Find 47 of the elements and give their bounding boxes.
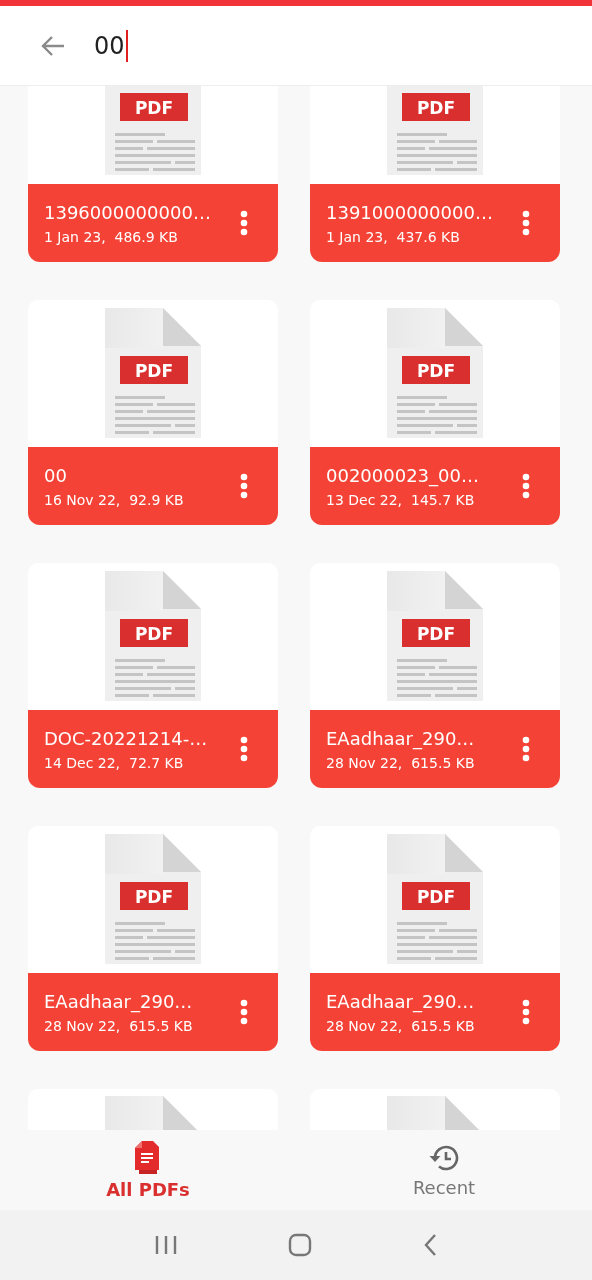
file-details: 16 Nov 22, 92.9 KB <box>44 491 185 508</box>
more-options-icon[interactable] <box>240 736 248 762</box>
file-name: EAadhaar_290… <box>44 990 194 1012</box>
file-name: 002000023_00… <box>326 464 480 486</box>
file-details: 14 Dec 22, 72.7 KB <box>44 754 185 771</box>
pdf-document-icon: PDF <box>387 571 483 701</box>
file-info-bar[interactable]: EAadhaar_290… 28 Nov 22, 615.5 KB <box>310 973 560 1051</box>
file-name: 1396000000000… <box>44 201 212 223</box>
file-info-bar[interactable]: 00 16 Nov 22, 92.9 KB <box>28 447 278 525</box>
file-details: 1 Jan 23, 437.6 KB <box>326 228 461 245</box>
back-icon[interactable] <box>422 1233 437 1257</box>
nav-tab[interactable]: All PDFs <box>0 1130 296 1210</box>
more-options-icon[interactable] <box>522 210 530 236</box>
file-details: 13 Dec 22, 145.7 KB <box>326 491 476 508</box>
pdf-document-icon: PDF <box>105 308 201 438</box>
nav-tab[interactable]: Recent <box>296 1130 592 1210</box>
file-info-bar[interactable]: 1391000000000… 1 Jan 23, 437.6 KB <box>310 184 560 262</box>
more-options-icon[interactable] <box>522 473 530 499</box>
home-icon[interactable] <box>288 1233 312 1257</box>
file-details: 28 Nov 22, 615.5 KB <box>326 1017 476 1034</box>
file-name: EAadhaar_290… <box>326 727 476 749</box>
pdf-document-icon: PDF <box>105 571 201 701</box>
more-options-icon[interactable] <box>522 736 530 762</box>
file-name: 00 <box>44 464 68 486</box>
file-details: 28 Nov 22, 615.5 KB <box>44 1017 194 1034</box>
file-info-bar[interactable]: EAadhaar_290… 28 Nov 22, 615.5 KB <box>310 710 560 788</box>
file-info-bar[interactable]: 002000023_00… 13 Dec 22, 145.7 KB <box>310 447 560 525</box>
file-name: 1391000000000… <box>326 201 494 223</box>
search-field[interactable]: 00 <box>94 25 132 66</box>
file-details: 28 Nov 22, 615.5 KB <box>326 754 476 771</box>
back-arrow-icon[interactable] <box>40 33 66 58</box>
recent-apps-icon[interactable] <box>155 1235 178 1255</box>
pdf-document-icon: PDF <box>105 86 201 175</box>
more-options-icon[interactable] <box>522 999 530 1025</box>
more-options-icon[interactable] <box>240 210 248 236</box>
file-name: DOC-20221214-… <box>44 727 209 749</box>
pdf-document-icon: PDF <box>105 834 201 964</box>
more-options-icon[interactable] <box>240 473 248 499</box>
more-options-icon[interactable] <box>240 999 248 1025</box>
file-info-bar[interactable]: 1396000000000… 1 Jan 23, 486.9 KB <box>28 184 278 262</box>
file-info-bar[interactable]: DOC-20221214-… 14 Dec 22, 72.7 KB <box>28 710 278 788</box>
file-info-bar[interactable]: EAadhaar_290… 28 Nov 22, 615.5 KB <box>28 973 278 1051</box>
pdf-document-icon: PDF <box>387 834 483 964</box>
pdf-document-icon: PDF <box>387 86 483 175</box>
pdf-document-icon: PDF <box>387 308 483 438</box>
file-name: EAadhaar_290… <box>326 990 476 1012</box>
file-details: 1 Jan 23, 486.9 KB <box>44 228 179 245</box>
